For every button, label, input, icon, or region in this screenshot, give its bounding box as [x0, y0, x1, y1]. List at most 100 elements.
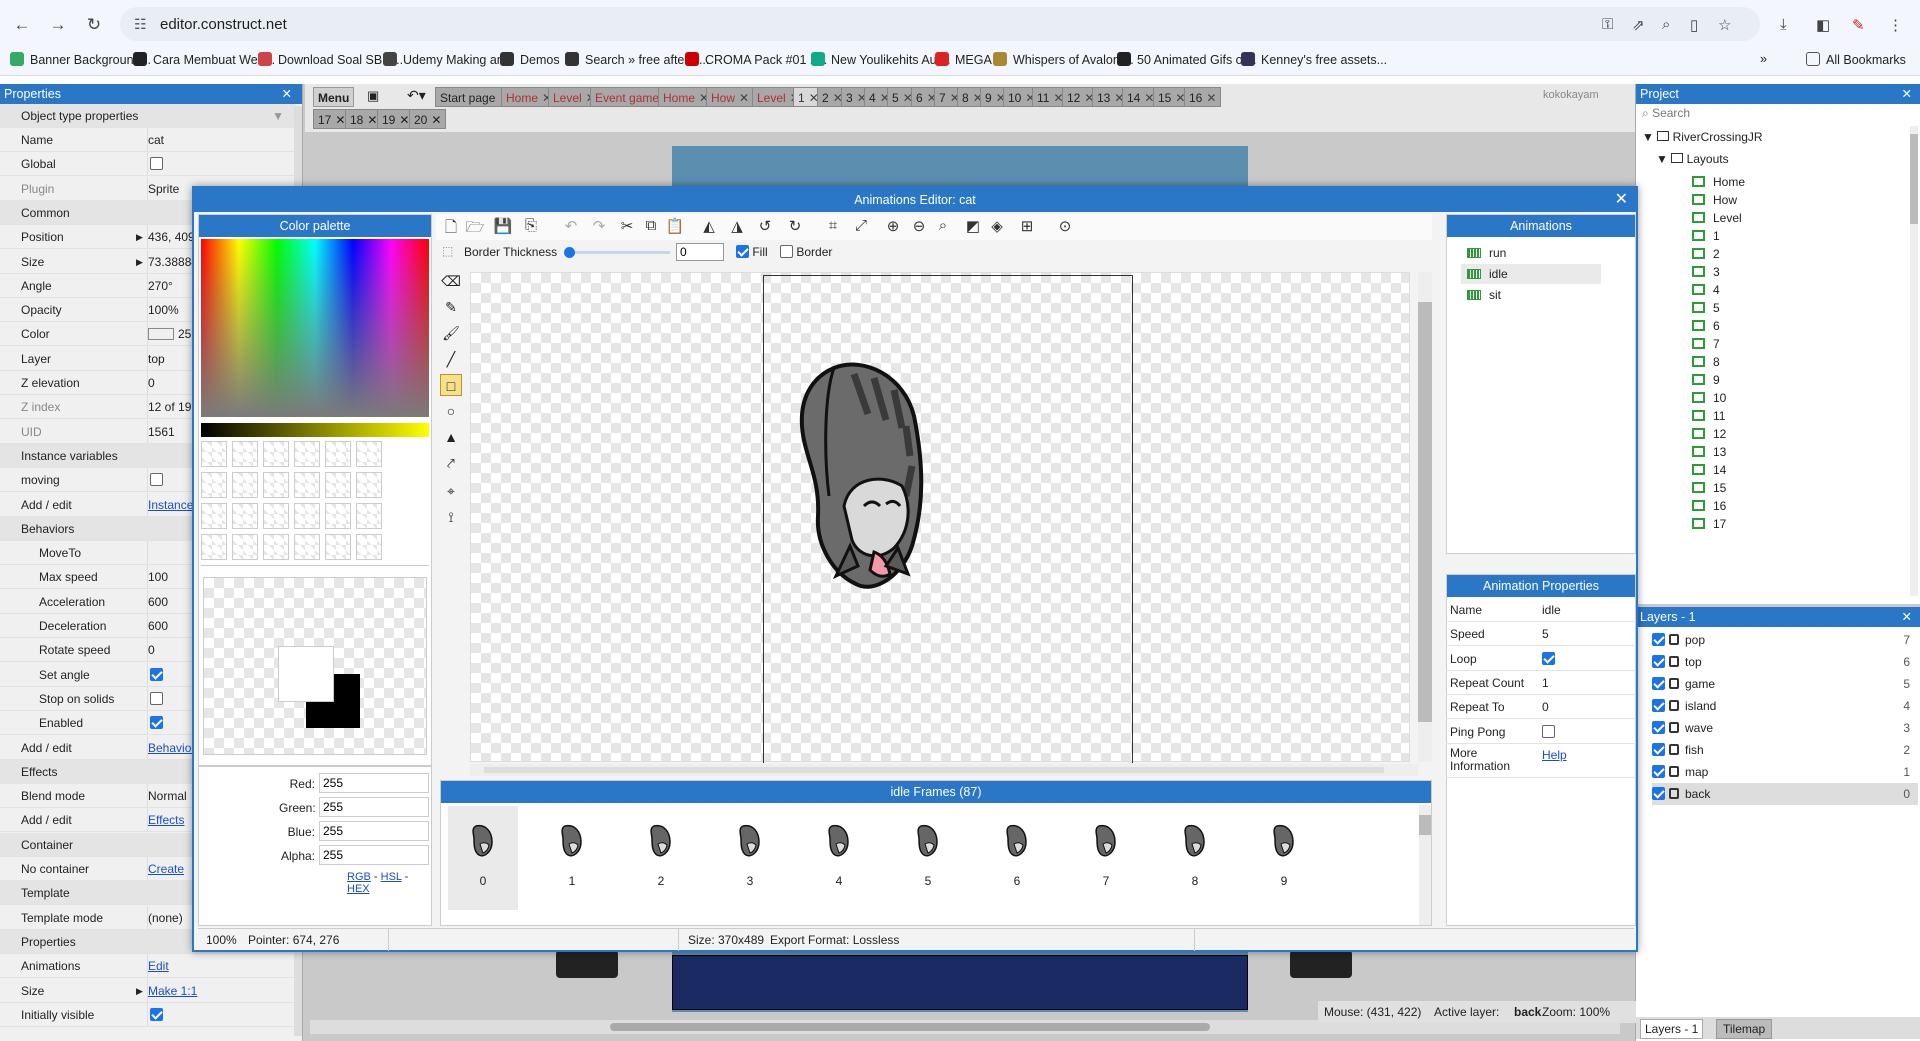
layout-tree-item[interactable]: 3 — [1692, 265, 1720, 279]
primary-color[interactable] — [278, 646, 334, 702]
lock-icon[interactable] — [1669, 722, 1679, 733]
star-icon[interactable]: ☆ — [1718, 16, 1731, 34]
close-icon[interactable]: ✕ — [1902, 84, 1912, 104]
layer-row[interactable]: island 4 — [1652, 695, 1918, 717]
tree-root[interactable]: ▼ RiverCrossingJR — [1642, 130, 1763, 144]
brush-icon[interactable]: 🖌 — [440, 322, 462, 344]
paste-icon[interactable]: 📋 — [664, 217, 686, 235]
layout-tree-item[interactable]: How — [1692, 193, 1737, 207]
color-swatch[interactable] — [232, 503, 258, 529]
property-value[interactable] — [147, 1002, 287, 1026]
tab-layers[interactable]: Layers - 1 — [1640, 1019, 1704, 1039]
more-bookmarks-button[interactable]: » — [1760, 52, 1767, 66]
tree-folder-layouts[interactable]: ▼ Layouts — [1656, 152, 1729, 166]
close-tab-icon[interactable]: ✕ — [335, 113, 345, 127]
property-row[interactable]: Initially visible — [0, 1002, 296, 1027]
blue-input[interactable] — [319, 821, 429, 841]
lock-icon[interactable] — [1669, 700, 1679, 711]
flip-horizontal-icon[interactable]: ◭ — [698, 217, 720, 235]
lock-icon[interactable] — [1669, 678, 1679, 689]
anim-property-value[interactable]: 1 — [1542, 671, 1549, 695]
layout-tree-item[interactable]: Home — [1692, 175, 1745, 189]
layer-visible-checkbox[interactable] — [1652, 677, 1665, 690]
redo-icon[interactable]: ↷ — [588, 217, 610, 235]
layout-tree-item[interactable]: 1 — [1692, 229, 1720, 243]
layout-tree-item[interactable]: 8 — [1692, 355, 1720, 369]
property-value[interactable]: Edit — [147, 954, 287, 978]
image-canvas[interactable] — [470, 272, 1410, 763]
open-icon[interactable]: 🗁 — [464, 217, 486, 242]
layout-tree-item[interactable]: 17 — [1692, 517, 1726, 531]
layout-tree-item[interactable]: 6 — [1692, 319, 1720, 333]
preview-icon[interactable]: ⊙ — [1054, 217, 1076, 235]
frame-thumbnail[interactable]: 7 — [1071, 806, 1141, 910]
color-swatch[interactable] — [201, 441, 227, 467]
anim-property-row[interactable]: Loop — [1446, 647, 1636, 671]
color-swatch[interactable] — [232, 472, 258, 498]
animation-item[interactable]: idle — [1461, 264, 1601, 284]
bookmark-item[interactable]: New Youlikehits Aut... — [811, 52, 951, 67]
save-icon[interactable]: ▣ — [367, 88, 379, 104]
sidepanel-icon[interactable]: ◧ — [1816, 16, 1830, 34]
alpha-input[interactable] — [319, 845, 429, 865]
expand-icon[interactable]: ▶ — [136, 979, 143, 1003]
frame-thumbnail[interactable]: 3 — [715, 806, 785, 910]
layout-tree-item[interactable]: 12 — [1692, 427, 1726, 441]
save-icon[interactable]: 💾 — [492, 217, 514, 235]
lock-icon[interactable] — [1669, 634, 1679, 645]
page-icon[interactable]: ▯ — [1690, 16, 1698, 34]
anim-property-value[interactable] — [1542, 720, 1555, 744]
property-row[interactable]: Animations Edit — [0, 954, 296, 979]
color-swatch[interactable] — [294, 534, 320, 560]
property-checkbox[interactable] — [150, 157, 163, 171]
color-swatch[interactable] — [263, 503, 289, 529]
close-tab-icon[interactable]: ✕ — [739, 91, 749, 105]
copy-icon[interactable]: ⧉ — [640, 217, 662, 234]
bookmark-item[interactable]: CROMA Pack #01 1... — [685, 52, 827, 67]
layout-tree-item[interactable]: Level — [1692, 211, 1742, 225]
new-icon[interactable]: 🗋 — [440, 217, 462, 242]
property-row[interactable]: Global — [0, 152, 296, 177]
bookmark-item[interactable]: Banner Background... — [10, 52, 151, 67]
zoom-out-icon[interactable]: ⊖ — [908, 217, 930, 235]
reload-icon[interactable]: ↻ — [82, 13, 106, 37]
lock-icon[interactable] — [1669, 788, 1679, 799]
bookmark-item[interactable]: Download Soal SBM... — [258, 52, 403, 67]
key-icon[interactable]: ⚿ — [1602, 16, 1613, 33]
color-swatch[interactable] — [201, 503, 227, 529]
animation-item[interactable]: sit — [1461, 285, 1601, 305]
anim-property-value[interactable]: 5 — [1542, 622, 1549, 646]
tab-tilemap[interactable]: Tilemap — [1716, 1019, 1773, 1039]
rgb-mode-link[interactable]: RGB — [347, 871, 371, 883]
layout-tab[interactable]: How ✕ — [706, 87, 755, 107]
rotate-cw-icon[interactable]: ↻ — [784, 217, 806, 235]
crop-icon[interactable]: ⌗ — [822, 217, 844, 234]
menu-button[interactable]: Menu — [313, 87, 355, 107]
layer-row[interactable]: fish 2 — [1652, 739, 1918, 761]
border-thickness-slider[interactable] — [564, 247, 670, 258]
layer-row[interactable]: back 0 — [1652, 783, 1918, 805]
color-swatch[interactable] — [263, 472, 289, 498]
user-name[interactable]: kokokayam — [1543, 89, 1599, 101]
color-swatch[interactable] — [356, 472, 382, 498]
zoom-reset-icon[interactable]: ⌕ — [932, 217, 954, 234]
color-swatch[interactable] — [263, 534, 289, 560]
anim-property-value[interactable]: idle — [1542, 598, 1561, 622]
lock-icon[interactable] — [1669, 656, 1679, 667]
collision-icon[interactable]: ◩ — [962, 217, 984, 235]
bookmark-item[interactable]: Udemy Making an... — [383, 52, 514, 67]
border-thickness-input[interactable] — [676, 243, 724, 261]
layer-visible-checkbox[interactable] — [1652, 633, 1665, 646]
red-input[interactable] — [319, 773, 429, 793]
color-swatch[interactable] — [325, 503, 351, 529]
color-spectrum[interactable] — [201, 239, 429, 417]
site-info-icon[interactable]: ☷ — [134, 16, 147, 33]
layout-tree-item[interactable]: 7 — [1692, 337, 1720, 351]
color-swatch[interactable] — [201, 534, 227, 560]
layers-icon[interactable]: ◈ — [986, 217, 1008, 235]
eraser-icon[interactable]: ⌫ — [440, 270, 462, 292]
close-icon[interactable]: ✕ — [1902, 607, 1912, 627]
zoom-icon[interactable]: ⌕ — [1662, 16, 1670, 33]
menu-dots-icon[interactable]: ⋮ — [1888, 16, 1903, 34]
hex-mode-link[interactable]: HEX — [347, 883, 370, 895]
